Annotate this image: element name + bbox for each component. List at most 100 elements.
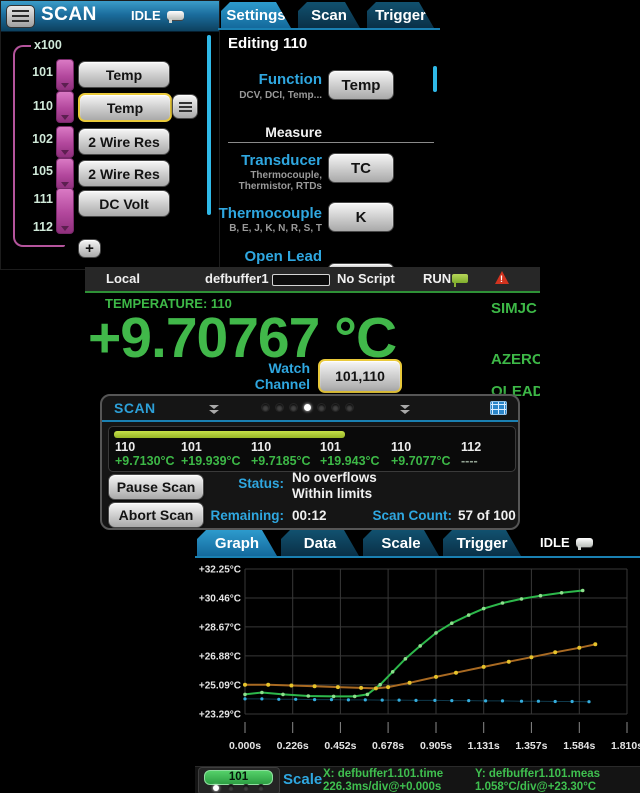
watch-channel-button[interactable]: 101,110 — [318, 359, 402, 393]
channel-function-button-selected[interactable]: Temp — [78, 93, 172, 122]
tab-underline — [218, 28, 440, 30]
trace-green-marker — [418, 644, 422, 648]
x-tick-label: 0.905s — [420, 740, 452, 752]
tab-scan[interactable]: Scan — [298, 2, 360, 28]
trace-blue-marker — [313, 698, 316, 701]
readout: 101+19.939°C — [181, 440, 241, 468]
warning-icon[interactable] — [495, 271, 509, 284]
section-divider — [228, 142, 434, 143]
trace-blue-marker — [587, 700, 590, 703]
transducer-value-button[interactable]: TC — [328, 153, 394, 183]
scan-count-label: Scan Count: — [348, 508, 452, 523]
trace-chip-box[interactable]: 101 — [198, 767, 280, 793]
x-tick-label: 0.226s — [277, 740, 309, 752]
table-view-icon[interactable] — [490, 401, 507, 415]
trace-green-marker — [539, 594, 543, 598]
measure-section-label: Measure — [218, 124, 322, 140]
channel-tab-icon[interactable] — [56, 158, 74, 190]
pager-dot[interactable] — [290, 404, 297, 411]
channel-function-button[interactable]: Temp — [78, 61, 170, 88]
y-tick-label: +30.46°C — [199, 593, 241, 604]
trace-green-marker — [281, 693, 285, 697]
trace-pager — [213, 785, 264, 791]
trace-green-marker — [467, 613, 471, 617]
channel-number: 105 — [17, 164, 53, 178]
pager-dot[interactable] — [258, 785, 264, 791]
channel-tab-icon[interactable] — [56, 91, 74, 123]
channel-number: 110 — [17, 99, 53, 113]
graph-screen: Graph Data Scale Trigger IDLE +32.25°C+3… — [195, 528, 640, 793]
overlay-title: SCAN — [114, 400, 156, 416]
scale-label[interactable]: Scale — [283, 771, 322, 788]
function-value-button[interactable]: Temp — [328, 70, 394, 100]
readout: 112---- — [461, 440, 481, 468]
trace-blue-marker — [260, 697, 263, 700]
trace-channel-chip[interactable]: 101 — [204, 770, 273, 785]
pager-dot[interactable] — [332, 404, 339, 411]
pager-dot[interactable] — [262, 404, 269, 411]
trace-orange-marker — [313, 684, 317, 688]
status-line: Within limits — [292, 486, 372, 501]
transducer-sublabel: Thermocouple, — [218, 170, 322, 181]
trace-green-marker — [581, 589, 585, 593]
pager-dot[interactable] — [346, 404, 353, 411]
add-channel-button[interactable]: + — [78, 239, 101, 258]
y-scale-readout: Y: defbuffer1.101.meas 1.058°C/div@+23.3… — [475, 768, 600, 793]
screen-title: SCAN — [41, 4, 97, 26]
tab-trigger[interactable]: Trigger — [367, 2, 434, 28]
pause-scan-button[interactable]: Pause Scan — [108, 474, 204, 500]
transducer-sublabel: Thermistor, RTDs — [218, 181, 322, 192]
pager-dot[interactable] — [276, 404, 283, 411]
channel-options-button[interactable] — [172, 94, 198, 119]
channel-tab-icon[interactable] — [56, 59, 74, 91]
pager-dot[interactable] — [213, 785, 219, 791]
x-tick-label: 0.678s — [372, 740, 404, 752]
trace-orange-marker — [593, 642, 597, 646]
trace-orange-marker — [529, 655, 533, 659]
trace-orange-marker — [266, 683, 270, 687]
collapse-chevron-icon[interactable] — [398, 404, 412, 415]
trace-green-marker — [243, 693, 247, 697]
menu-icon[interactable] — [6, 5, 35, 28]
trace-orange-marker — [553, 650, 557, 654]
trace-orange-marker — [454, 671, 458, 675]
pager-dot[interactable] — [228, 785, 234, 791]
trace-green-marker — [307, 694, 311, 698]
tab-settings[interactable]: Settings — [221, 2, 291, 28]
y-tick-label: +32.25°C — [199, 565, 241, 576]
trace-blue-marker — [520, 700, 523, 703]
trace-blue-marker — [467, 699, 470, 702]
channel-tab-icon[interactable] — [56, 126, 74, 158]
channel-number: 102 — [17, 132, 53, 146]
scrollbar[interactable] — [433, 66, 437, 92]
trace-blue-marker — [294, 698, 297, 701]
readout: 101+19.943°C — [320, 440, 380, 468]
status-bar: Local defbuffer1 No Script RUN — [85, 267, 540, 293]
status-label: Status: — [202, 476, 284, 491]
trace-blue-marker — [414, 699, 417, 702]
trace-orange-line — [245, 644, 595, 688]
buffer-fill-indicator — [272, 274, 330, 286]
watch-label-line2: Channel — [235, 376, 310, 392]
trace-green-marker — [501, 601, 505, 605]
function-label: Function — [218, 71, 322, 88]
channel-function-button[interactable]: 2 Wire Res — [78, 160, 170, 187]
channel-tab-icon[interactable] — [56, 188, 74, 234]
abort-scan-button[interactable]: Abort Scan — [108, 502, 204, 528]
run-label: RUN — [423, 271, 451, 286]
status-line: No overflows — [292, 470, 377, 485]
annunciator-azero: AZERO — [491, 351, 540, 368]
trace-green-marker — [378, 683, 382, 687]
thermocouple-value-button[interactable]: K — [328, 202, 394, 232]
y-tick-label: +26.88°C — [199, 651, 241, 662]
collapse-chevron-icon[interactable] — [207, 404, 221, 415]
trace-orange-marker — [359, 686, 363, 690]
overlay-header-underline — [102, 420, 518, 422]
pager-dot[interactable] — [304, 404, 311, 411]
channel-function-button[interactable]: DC Volt — [78, 190, 170, 217]
scrollbar[interactable] — [207, 35, 211, 215]
x-scale-readout: X: defbuffer1.101.time 226.3ms/div@+0.00… — [323, 768, 443, 793]
pager-dot[interactable] — [243, 785, 249, 791]
channel-function-button[interactable]: 2 Wire Res — [78, 128, 170, 155]
pager-dot[interactable] — [318, 404, 325, 411]
